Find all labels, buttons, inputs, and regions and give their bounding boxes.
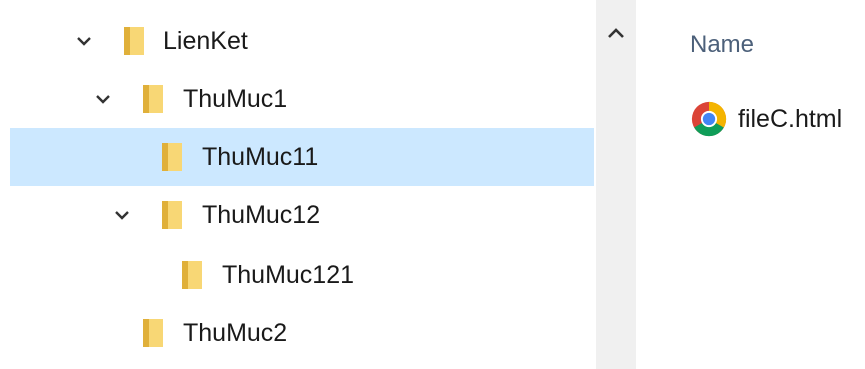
chevron-up-icon[interactable] (606, 26, 626, 40)
file-list-pane: Name fileC.html (636, 0, 865, 369)
tree-item-label: ThuMuc12 (202, 201, 321, 229)
file-item-filec[interactable]: fileC.html (690, 100, 865, 140)
file-name: fileC.html (738, 105, 843, 133)
folder-icon (162, 143, 182, 171)
folder-icon (143, 319, 163, 347)
column-header-name[interactable]: Name (690, 30, 754, 60)
tree-item-label: ThuMuc11 (202, 143, 319, 171)
folder-icon (143, 85, 163, 113)
navigation-scrollbar[interactable] (596, 0, 636, 369)
tree-item-label: ThuMuc2 (183, 319, 288, 347)
tree-item-label: LienKet (163, 27, 248, 55)
tree-item-thumuc2[interactable]: ThuMuc2 (10, 304, 594, 362)
folder-icon (182, 261, 202, 289)
tree-item-thumuc1[interactable]: ThuMuc1 (10, 70, 594, 128)
chevron-down-icon[interactable] (74, 31, 94, 51)
navigation-pane: LienKet ThuMuc1 ThuMuc11 ThuMuc12 ThuMuc… (0, 0, 596, 369)
chevron-down-icon[interactable] (112, 205, 132, 225)
tree-item-label: ThuMuc121 (222, 261, 355, 289)
chrome-icon (691, 101, 727, 137)
folder-icon (124, 27, 144, 55)
chevron-down-icon[interactable] (93, 89, 113, 109)
tree-item-lienket[interactable]: LienKet (10, 12, 594, 70)
tree-item-label: ThuMuc1 (183, 85, 288, 113)
folder-icon (162, 201, 182, 229)
tree-item-thumuc12[interactable]: ThuMuc12 (10, 186, 594, 244)
tree-item-thumuc121[interactable]: ThuMuc121 (10, 246, 594, 304)
tree-item-thumuc11[interactable]: ThuMuc11 (10, 128, 594, 186)
